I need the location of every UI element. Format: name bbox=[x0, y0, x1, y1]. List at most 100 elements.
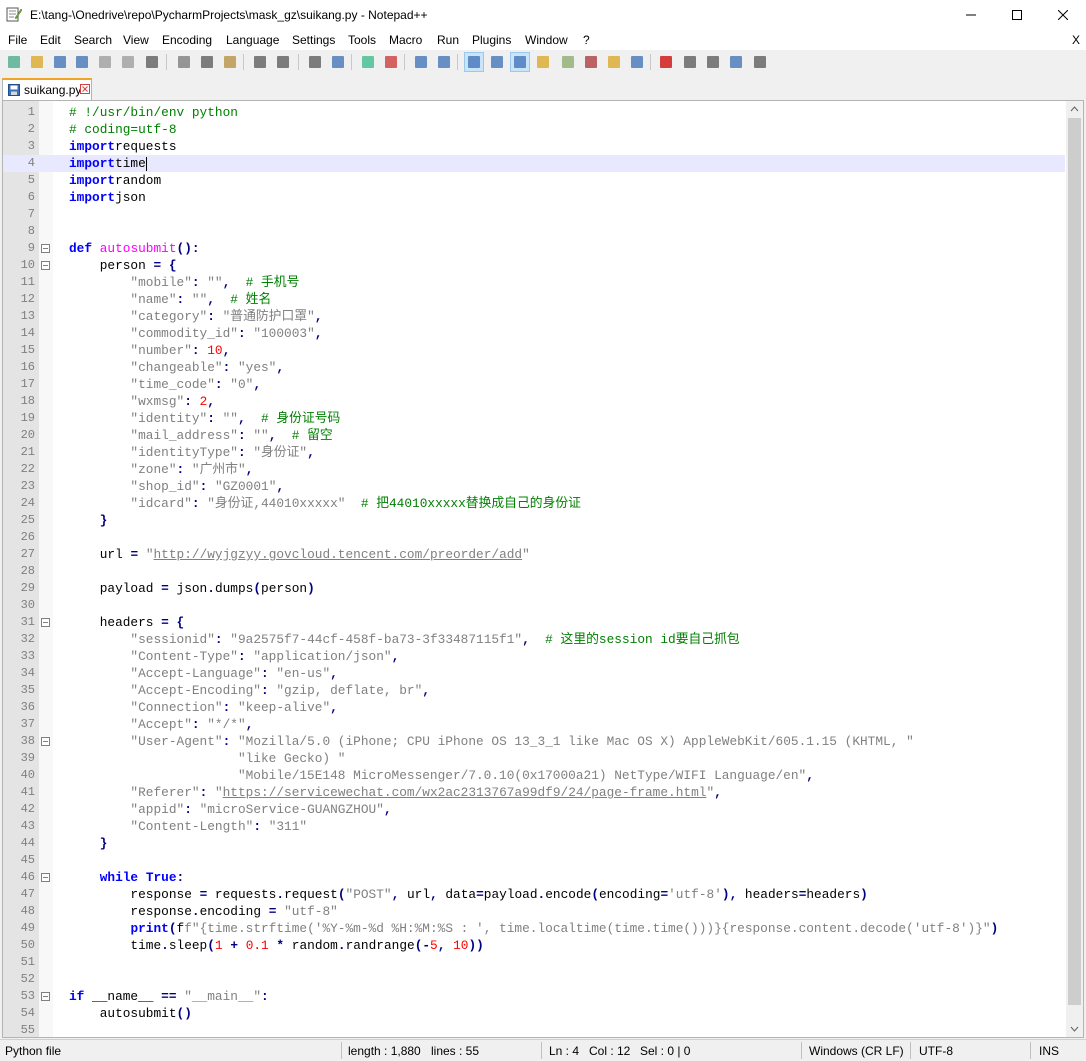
code-line[interactable]: 46 while True: bbox=[3, 869, 1065, 886]
menu-plugins[interactable]: Plugins bbox=[472, 33, 511, 47]
stop-recording-button[interactable] bbox=[681, 53, 699, 71]
maximize-button[interactable] bbox=[994, 0, 1040, 30]
function-list-button[interactable] bbox=[582, 53, 600, 71]
udl-button[interactable] bbox=[534, 53, 552, 71]
new-file-button[interactable] bbox=[5, 53, 23, 71]
code-line[interactable]: 41 "Referer": "https://servicewechat.com… bbox=[3, 784, 1065, 801]
fold-toggle-icon[interactable] bbox=[41, 618, 50, 627]
code-line[interactable]: 17 "time_code": "0", bbox=[3, 376, 1065, 393]
menu-run[interactable]: Run bbox=[437, 33, 459, 47]
sync-horizontal-button[interactable] bbox=[435, 53, 453, 71]
save-macro-button[interactable] bbox=[751, 53, 769, 71]
code-line[interactable]: 52 bbox=[3, 971, 1065, 988]
close-document-button[interactable]: X bbox=[1072, 33, 1080, 47]
code-line[interactable]: 47 response = requests.request("POST", u… bbox=[3, 886, 1065, 903]
menu-settings[interactable]: Settings bbox=[292, 33, 335, 47]
code-line[interactable]: 42 "appid": "microService-GUANGZHOU", bbox=[3, 801, 1065, 818]
code-line[interactable]: 36 "Connection": "keep-alive", bbox=[3, 699, 1065, 716]
doc-map-button[interactable] bbox=[559, 53, 577, 71]
tab-close-icon[interactable] bbox=[80, 84, 90, 94]
monitoring-button[interactable] bbox=[628, 53, 646, 71]
folder-as-workspace-button[interactable] bbox=[605, 53, 623, 71]
menu-macro[interactable]: Macro bbox=[389, 33, 422, 47]
save-button[interactable] bbox=[51, 53, 69, 71]
code-line[interactable]: 55 bbox=[3, 1022, 1065, 1037]
menu-window[interactable]: Window bbox=[525, 33, 568, 47]
menu-tools[interactable]: Tools bbox=[348, 33, 376, 47]
menu-file[interactable]: File bbox=[8, 33, 27, 47]
undo-button[interactable] bbox=[251, 53, 269, 71]
vertical-scrollbar[interactable] bbox=[1066, 101, 1083, 1037]
code-line[interactable]: 2 # coding=utf-8 bbox=[3, 121, 1065, 138]
code-line[interactable]: 19 "identity": "", # 身份证号码 bbox=[3, 410, 1065, 427]
print-button[interactable] bbox=[143, 53, 161, 71]
code-line[interactable]: 48 response.encoding = "utf-8" bbox=[3, 903, 1065, 920]
code-line[interactable]: 54 autosubmit() bbox=[3, 1005, 1065, 1022]
playback-button[interactable] bbox=[704, 53, 722, 71]
code-editor[interactable]: 1 # !/usr/bin/env python 2 # coding=utf-8 3 i… bbox=[2, 100, 1084, 1038]
word-wrap-button[interactable] bbox=[464, 52, 484, 72]
code-line[interactable]: 30 bbox=[3, 597, 1065, 614]
run-macro-multiple-button[interactable] bbox=[727, 53, 745, 71]
code-line[interactable]: 43 "Content-Length": "311" bbox=[3, 818, 1065, 835]
zoom-out-button[interactable] bbox=[382, 53, 400, 71]
zoom-in-button[interactable] bbox=[359, 53, 377, 71]
menu-help[interactable]: ? bbox=[583, 33, 590, 47]
code-line[interactable]: 7 bbox=[3, 206, 1065, 223]
code-line[interactable]: 20 "mail_address": "", # 留空 bbox=[3, 427, 1065, 444]
code-line[interactable]: 38 "User-Agent": "Mozilla/5.0 (iPhone; C… bbox=[3, 733, 1065, 750]
fold-toggle-icon[interactable] bbox=[41, 873, 50, 882]
code-line[interactable]: 6 importjson bbox=[3, 189, 1065, 206]
copy-button[interactable] bbox=[198, 53, 216, 71]
scroll-up-icon[interactable] bbox=[1066, 101, 1083, 118]
code-line[interactable]: 35 "Accept-Encoding": "gzip, deflate, br… bbox=[3, 682, 1065, 699]
code-line[interactable]: 27 url = "http://wyjgzyy.govcloud.tencen… bbox=[3, 546, 1065, 563]
menu-language[interactable]: Language bbox=[226, 33, 279, 47]
code-line[interactable]: 25 } bbox=[3, 512, 1065, 529]
code-line[interactable]: 10 person = { bbox=[3, 257, 1065, 274]
code-line[interactable]: 40 "Mobile/15E148 MicroMessenger/7.0.10(… bbox=[3, 767, 1065, 784]
menu-search[interactable]: Search bbox=[74, 33, 112, 47]
code-line[interactable]: 9 def autosubmit(): bbox=[3, 240, 1065, 257]
code-line[interactable]: 23 "shop_id": "GZ0001", bbox=[3, 478, 1065, 495]
code-line[interactable]: 5 importrandom bbox=[3, 172, 1065, 189]
code-line[interactable]: 51 bbox=[3, 954, 1065, 971]
redo-button[interactable] bbox=[274, 53, 292, 71]
code-line[interactable]: 13 "category": "普通防护口罩", bbox=[3, 308, 1065, 325]
code-line[interactable]: 22 "zone": "广州市", bbox=[3, 461, 1065, 478]
tab-suikang[interactable]: suikang.py bbox=[2, 78, 92, 100]
fold-toggle-icon[interactable] bbox=[41, 737, 50, 746]
find-button[interactable] bbox=[306, 53, 324, 71]
record-macro-button[interactable] bbox=[657, 53, 675, 71]
code-line[interactable]: 50 time.sleep(1 + 0.1 * random.randrange… bbox=[3, 937, 1065, 954]
code-line[interactable]: 28 bbox=[3, 563, 1065, 580]
code-line[interactable]: 18 "wxmsg": 2, bbox=[3, 393, 1065, 410]
sync-vertical-button[interactable] bbox=[412, 53, 430, 71]
code-line[interactable]: 29 payload = json.dumps(person) bbox=[3, 580, 1065, 597]
code-line[interactable]: 32 "sessionid": "9a2575f7-44cf-458f-ba73… bbox=[3, 631, 1065, 648]
code-line[interactable]: 39 "like Gecko) " bbox=[3, 750, 1065, 767]
code-line[interactable]: 4 importtime bbox=[3, 155, 1065, 172]
code-line[interactable]: 14 "commodity_id": "100003", bbox=[3, 325, 1065, 342]
open-file-button[interactable] bbox=[28, 53, 46, 71]
code-line[interactable]: 34 "Accept-Language": "en-us", bbox=[3, 665, 1065, 682]
fold-toggle-icon[interactable] bbox=[41, 992, 50, 1001]
code-line[interactable]: 53 if __name__ == "__main__": bbox=[3, 988, 1065, 1005]
menu-edit[interactable]: Edit bbox=[40, 33, 61, 47]
replace-button[interactable] bbox=[329, 53, 347, 71]
cut-button[interactable] bbox=[175, 53, 193, 71]
minimize-button[interactable] bbox=[948, 0, 994, 30]
code-line[interactable]: 16 "changeable": "yes", bbox=[3, 359, 1065, 376]
code-line[interactable]: 3 importrequests bbox=[3, 138, 1065, 155]
close-all-button[interactable] bbox=[119, 53, 137, 71]
code-line[interactable]: 15 "number": 10, bbox=[3, 342, 1065, 359]
scrollbar-thumb[interactable] bbox=[1068, 118, 1081, 1005]
code-line[interactable]: 8 bbox=[3, 223, 1065, 240]
menu-encoding[interactable]: Encoding bbox=[162, 33, 212, 47]
code-line[interactable]: 49 print(ff"{time.strftime('%Y-%m-%d %H:… bbox=[3, 920, 1065, 937]
paste-button[interactable] bbox=[221, 53, 239, 71]
code-line[interactable]: 44 } bbox=[3, 835, 1065, 852]
code-line[interactable]: 31 headers = { bbox=[3, 614, 1065, 631]
code-line[interactable]: 24 "idcard": "身份证,44010xxxxx" # 把44010xx… bbox=[3, 495, 1065, 512]
code-line[interactable]: 21 "identityType": "身份证", bbox=[3, 444, 1065, 461]
